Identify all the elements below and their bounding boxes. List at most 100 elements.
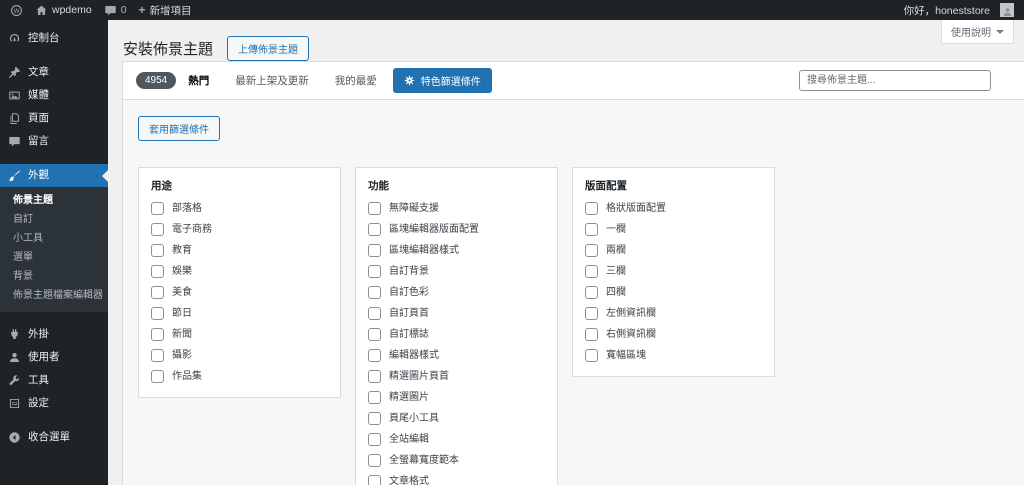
filter-option[interactable]: 編輯器樣式 <box>368 349 545 362</box>
filter-checkbox[interactable] <box>151 307 164 320</box>
new-item-menu[interactable]: + 新增項目 <box>139 3 192 18</box>
apply-filters-button[interactable]: 套用篩選條件 <box>138 116 220 141</box>
filter-checkbox[interactable] <box>368 265 381 278</box>
filter-checkbox[interactable] <box>151 223 164 236</box>
filter-option[interactable]: 兩欄 <box>585 244 762 257</box>
sidebar-item-plugins[interactable]: 外掛 <box>0 323 108 346</box>
filter-option[interactable]: 區塊編輯器樣式 <box>368 244 545 257</box>
filter-checkbox[interactable] <box>585 223 598 236</box>
filter-checkbox[interactable] <box>368 412 381 425</box>
filter-checkbox[interactable] <box>368 244 381 257</box>
sidebar-item-label: 外掛 <box>28 328 49 341</box>
filter-checkbox[interactable] <box>368 223 381 236</box>
submenu-item[interactable]: 自訂 <box>0 210 108 229</box>
filter-checkbox[interactable] <box>368 370 381 383</box>
filter-checkbox[interactable] <box>151 328 164 341</box>
filter-option[interactable]: 精選圖片 <box>368 391 545 404</box>
submenu-item[interactable]: 小工具 <box>0 229 108 248</box>
filter-option-label: 一欄 <box>606 223 626 236</box>
search-input[interactable] <box>799 70 991 91</box>
submenu-item[interactable]: 選單 <box>0 248 108 267</box>
my-account-menu[interactable]: 你好，honeststore <box>904 3 1014 18</box>
filter-checkbox[interactable] <box>368 286 381 299</box>
chevron-down-icon <box>996 30 1004 38</box>
filter-option[interactable]: 攝影 <box>151 349 328 362</box>
filter-checkbox[interactable] <box>368 328 381 341</box>
filter-option-label: 自訂色彩 <box>389 286 429 299</box>
feature-filter-button[interactable]: 特色篩選條件 <box>393 68 492 93</box>
sidebar-item-tools[interactable]: 工具 <box>0 369 108 392</box>
filter-link[interactable]: 我的最愛 <box>335 73 377 88</box>
filter-option[interactable]: 四欄 <box>585 286 762 299</box>
wordpress-logo-icon[interactable]: W <box>10 4 23 17</box>
filter-checkbox[interactable] <box>585 286 598 299</box>
filter-checkbox[interactable] <box>368 202 381 215</box>
filter-option[interactable]: 娛樂 <box>151 265 328 278</box>
filter-option-label: 全站編輯 <box>389 433 429 446</box>
filter-option[interactable]: 全螢幕寬度範本 <box>368 454 545 467</box>
filter-checkbox[interactable] <box>368 391 381 404</box>
filter-checkbox[interactable] <box>151 265 164 278</box>
filter-option[interactable]: 精選圖片頁首 <box>368 370 545 383</box>
filter-checkbox[interactable] <box>151 370 164 383</box>
submenu-item[interactable]: 背景 <box>0 267 108 286</box>
filter-option[interactable]: 格狀版面配置 <box>585 202 762 215</box>
filter-checkbox[interactable] <box>368 307 381 320</box>
help-button[interactable]: 使用說明 <box>941 20 1014 44</box>
filter-option[interactable]: 節日 <box>151 307 328 320</box>
filter-option[interactable]: 自訂色彩 <box>368 286 545 299</box>
filter-checkbox[interactable] <box>368 454 381 467</box>
sidebar-item-comments[interactable]: 留言 <box>0 130 108 153</box>
filter-checkbox[interactable] <box>585 349 598 362</box>
filter-checkbox[interactable] <box>368 349 381 362</box>
filter-option[interactable]: 文章格式 <box>368 475 545 485</box>
sidebar-item-posts[interactable]: 文章 <box>0 61 108 84</box>
filter-option[interactable]: 作品集 <box>151 370 328 383</box>
filter-checkbox[interactable] <box>151 349 164 362</box>
filter-option[interactable]: 美食 <box>151 286 328 299</box>
filter-option[interactable]: 教育 <box>151 244 328 257</box>
filter-checkbox[interactable] <box>585 244 598 257</box>
filter-option[interactable]: 自訂背景 <box>368 265 545 278</box>
filter-option[interactable]: 新聞 <box>151 328 328 341</box>
filter-link[interactable]: 熱門 <box>188 73 209 88</box>
filter-option[interactable]: 左側資訊欄 <box>585 307 762 320</box>
filter-option[interactable]: 無障礙支援 <box>368 202 545 215</box>
filter-checkbox[interactable] <box>151 286 164 299</box>
filter-option[interactable]: 電子商務 <box>151 223 328 236</box>
feature-filter-label: 特色篩選條件 <box>421 73 481 88</box>
sidebar-item-pages[interactable]: 頁面 <box>0 107 108 130</box>
sidebar-item-dashboard[interactable]: 控制台 <box>0 27 108 50</box>
sidebar-item-users[interactable]: 使用者 <box>0 346 108 369</box>
filter-option[interactable]: 右側資訊欄 <box>585 328 762 341</box>
filter-links: 熱門 最新上架及更新 我的最愛 <box>188 73 377 88</box>
filter-checkbox[interactable] <box>585 265 598 278</box>
submenu-item[interactable]: 佈景主題檔案編輯器 <box>0 286 108 305</box>
filter-option[interactable]: 全站編輯 <box>368 433 545 446</box>
filter-checkbox[interactable] <box>151 244 164 257</box>
sidebar-item-collapse[interactable]: 收合選單 <box>0 426 108 449</box>
filter-option-label: 教育 <box>172 244 192 257</box>
filter-checkbox[interactable] <box>368 433 381 446</box>
sidebar-item-settings[interactable]: 設定 <box>0 392 108 415</box>
filter-option[interactable]: 自訂標誌 <box>368 328 545 341</box>
filter-option[interactable]: 自訂頁首 <box>368 307 545 320</box>
upload-theme-button[interactable]: 上傳佈景主題 <box>227 36 309 61</box>
filter-checkbox[interactable] <box>585 202 598 215</box>
filter-checkbox[interactable] <box>585 328 598 341</box>
filter-link[interactable]: 最新上架及更新 <box>235 73 309 88</box>
sidebar-item-media[interactable]: 媒體 <box>0 84 108 107</box>
sidebar-item-appearance[interactable]: 外觀 <box>0 164 108 187</box>
site-menu[interactable]: wpdemo <box>35 4 92 17</box>
filter-checkbox[interactable] <box>151 202 164 215</box>
filter-option[interactable]: 部落格 <box>151 202 328 215</box>
comments-shortcut[interactable]: 0 <box>104 4 127 17</box>
submenu-item[interactable]: 佈景主題 <box>0 191 108 210</box>
filter-option[interactable]: 三欄 <box>585 265 762 278</box>
filter-checkbox[interactable] <box>585 307 598 320</box>
filter-option[interactable]: 一欄 <box>585 223 762 236</box>
filter-checkbox[interactable] <box>368 475 381 485</box>
filter-option[interactable]: 頁尾小工具 <box>368 412 545 425</box>
filter-option[interactable]: 區塊編輯器版面配置 <box>368 223 545 236</box>
filter-option[interactable]: 寬幅區塊 <box>585 349 762 362</box>
